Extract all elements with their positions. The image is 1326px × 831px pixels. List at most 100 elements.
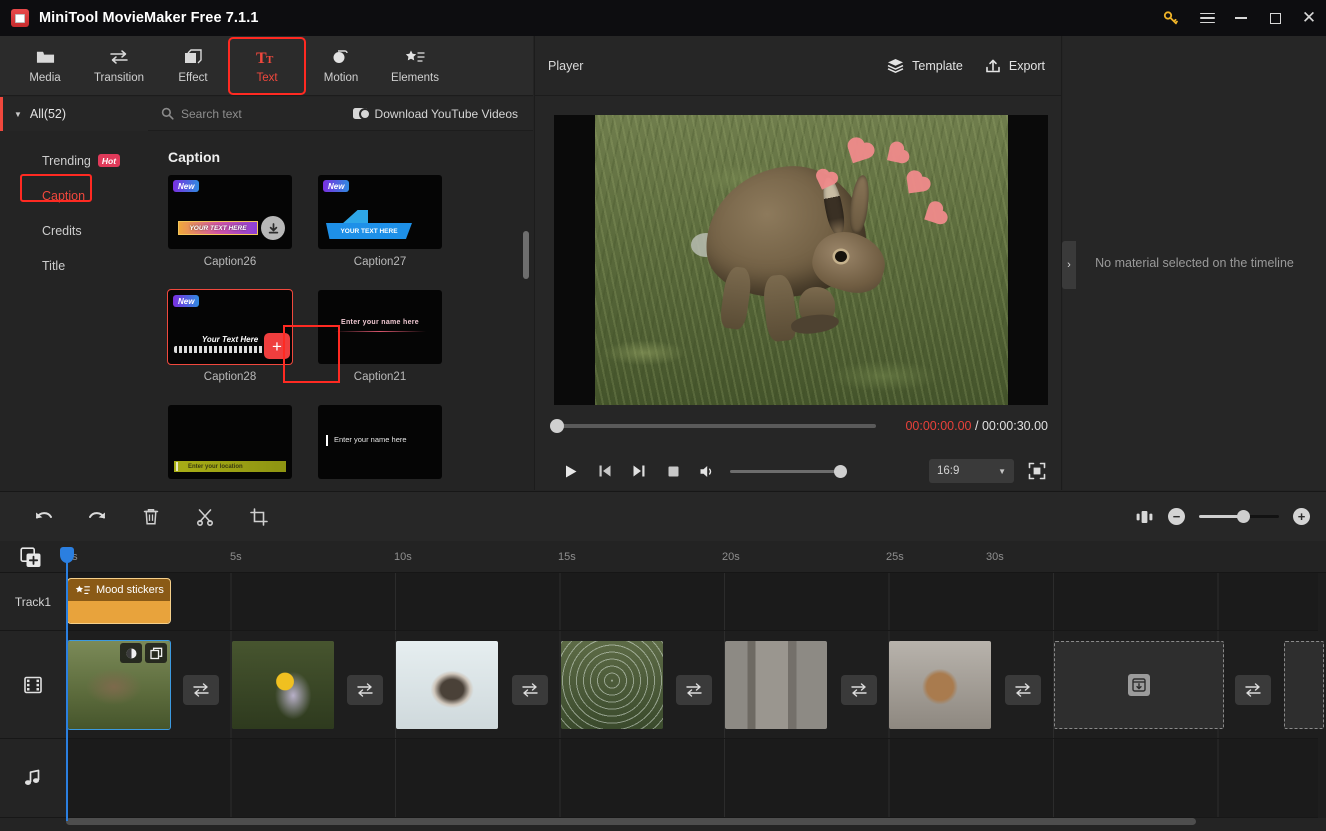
template-item-caption27[interactable]: New YOUR TEXT HERE Caption27 — [318, 175, 442, 268]
transition-swap-icon[interactable] — [676, 675, 712, 705]
timeline-horizontal-scrollbar[interactable] — [66, 818, 1306, 825]
category-item-title[interactable]: Title — [0, 248, 148, 283]
download-youtube-button[interactable]: Download YouTube Videos — [352, 107, 518, 121]
close-icon[interactable]: ✕ — [1292, 0, 1326, 36]
color-adjust-icon[interactable] — [120, 643, 142, 663]
panel-collapse-toggle[interactable]: › — [1062, 241, 1076, 289]
progress-knob[interactable] — [550, 419, 564, 433]
volume-slider[interactable] — [730, 464, 847, 478]
aspect-ratio-select[interactable]: 16:9 ▼ — [929, 459, 1014, 483]
template-item-caption28[interactable]: New Your Text Here + Caption28 — [167, 289, 293, 383]
empty-state-message: No material selected on the timeline — [1095, 256, 1294, 270]
category-item-trending[interactable]: Trending Hot — [0, 143, 148, 178]
hamburger-menu-icon[interactable] — [1190, 0, 1224, 36]
redo-button[interactable] — [70, 497, 124, 537]
audio-track-lane[interactable] — [66, 739, 1318, 818]
sticker-clip-header: Mood stickers — [68, 579, 170, 601]
volume-knob[interactable] — [834, 464, 847, 478]
tab-elements[interactable]: Elements — [378, 39, 452, 93]
tab-media[interactable]: Media — [8, 39, 82, 93]
split-button[interactable] — [178, 497, 232, 537]
tab-effect[interactable]: Effect — [156, 39, 230, 93]
template-item-5[interactable]: Enter your location — [168, 405, 292, 486]
video-clip-bird[interactable] — [232, 641, 334, 729]
crop-button[interactable] — [232, 497, 286, 537]
zoom-slider-knob[interactable] — [1237, 510, 1250, 524]
app-title: MiniTool MovieMaker Free 7.1.1 — [39, 10, 259, 26]
transition-swap-icon[interactable] — [1235, 675, 1271, 705]
transition-swap-icon[interactable] — [1005, 675, 1041, 705]
template-thumbnail[interactable]: Enter your name here — [318, 405, 442, 479]
library-scrollbar[interactable] — [523, 231, 529, 279]
minimize-icon[interactable] — [1224, 0, 1258, 36]
template-item-caption26[interactable]: New YOUR TEXT HERE Caption26 — [168, 175, 292, 268]
sticker-clip[interactable]: Mood stickers — [67, 578, 171, 624]
lane-gridlines — [66, 739, 1318, 817]
video-clip-squirrel[interactable] — [889, 641, 991, 729]
fit-timeline-icon[interactable] — [1135, 509, 1154, 525]
tab-text[interactable]: TT Text — [228, 36, 306, 95]
template-item-6[interactable]: Enter your name here — [318, 405, 442, 486]
layers-icon — [887, 58, 904, 73]
template-thumbnail[interactable]: New YOUR TEXT HERE — [318, 175, 442, 249]
transition-swap-icon[interactable] — [841, 675, 877, 705]
sticker-track-lane[interactable]: Mood stickers — [66, 573, 1318, 631]
tab-transition[interactable]: Transition — [82, 39, 156, 93]
download-icon[interactable] — [261, 216, 285, 240]
template-preview-text: Enter your name here — [341, 319, 419, 326]
stop-button[interactable] — [656, 456, 690, 486]
undo-button[interactable] — [16, 497, 70, 537]
fullscreen-button[interactable] — [1028, 462, 1046, 480]
clip-thumbnail — [561, 641, 663, 729]
category-item-caption[interactable]: Caption — [0, 178, 148, 213]
add-media-icon[interactable] — [20, 547, 42, 568]
ruler-tick: 10s — [394, 551, 412, 563]
track-label-video[interactable] — [0, 631, 66, 739]
next-frame-button[interactable] — [622, 456, 656, 486]
zoom-slider[interactable] — [1199, 510, 1279, 524]
media-dropzone[interactable] — [1054, 641, 1224, 729]
volume-button[interactable] — [690, 456, 724, 486]
timeline-ruler[interactable]: 0s 5s 10s 15s 20s 25s 30s — [66, 541, 1318, 573]
tab-motion[interactable]: Motion — [304, 39, 378, 93]
add-to-timeline-button[interactable]: + — [264, 333, 290, 359]
video-clip-feeder[interactable] — [725, 641, 827, 729]
scrollbar-thumb[interactable] — [66, 818, 1196, 825]
category-item-credits[interactable]: Credits — [0, 213, 148, 248]
template-item-caption21[interactable]: Enter your name here Caption21 — [318, 290, 442, 383]
playhead-handle[interactable] — [60, 547, 74, 563]
delete-button[interactable] — [124, 497, 178, 537]
playback-progress-slider[interactable] — [550, 419, 876, 433]
track-label-audio[interactable] — [0, 739, 66, 818]
transition-swap-icon[interactable] — [347, 675, 383, 705]
maximize-icon[interactable] — [1258, 0, 1292, 36]
zoom-out-button[interactable]: − — [1168, 508, 1185, 525]
playhead[interactable] — [60, 547, 74, 821]
template-button[interactable]: Template — [887, 58, 963, 73]
media-dropzone[interactable] — [1284, 641, 1324, 729]
key-icon[interactable] — [1152, 0, 1190, 36]
template-thumbnail[interactable]: Enter your location — [168, 405, 292, 479]
ruler-tick: 20s — [722, 551, 740, 563]
search-input[interactable] — [181, 106, 331, 121]
play-button[interactable] — [554, 456, 588, 486]
zoom-in-button[interactable]: + — [1293, 508, 1310, 525]
previous-frame-button[interactable] — [588, 456, 622, 486]
track-label-track1[interactable]: Track1 — [0, 573, 66, 631]
template-thumbnail[interactable]: New YOUR TEXT HERE — [168, 175, 292, 249]
export-button[interactable]: Export — [985, 58, 1045, 74]
template-thumbnail[interactable]: Enter your name here — [318, 290, 442, 364]
ruler-tick: 30s — [986, 551, 1004, 563]
video-clip-web[interactable] — [561, 641, 663, 729]
video-track-lane[interactable] — [66, 631, 1324, 739]
video-clip-dog[interactable] — [396, 641, 498, 729]
category-header[interactable]: ▼ All(52) — [0, 97, 148, 131]
copy-icon[interactable] — [145, 643, 167, 663]
video-preview[interactable] — [594, 115, 1008, 405]
video-clip-hare[interactable] — [67, 640, 171, 730]
transition-swap-icon[interactable] — [512, 675, 548, 705]
transition-swap-icon[interactable] — [183, 675, 219, 705]
ruler-tick: 15s — [558, 551, 576, 563]
template-thumbnail[interactable]: New Your Text Here + — [167, 289, 293, 365]
tab-media-label: Media — [29, 71, 61, 84]
